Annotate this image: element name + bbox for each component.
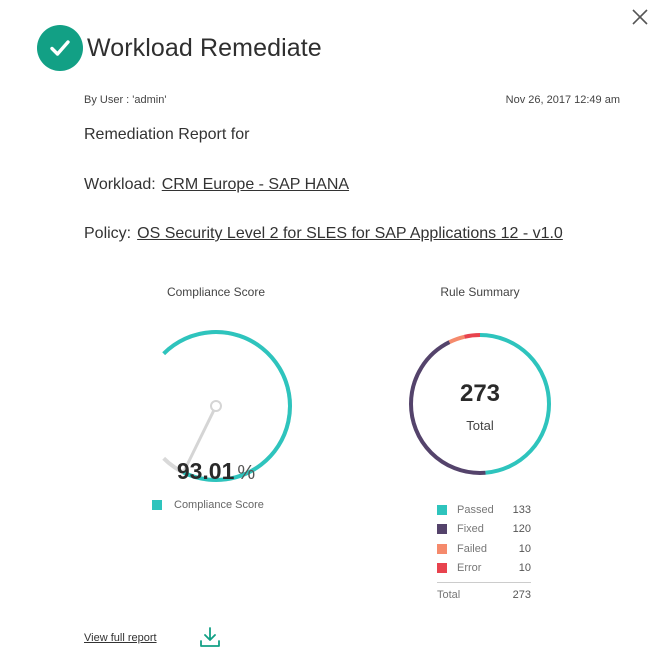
rule-summary-total-label: Total bbox=[466, 418, 494, 433]
gauge-pivot bbox=[210, 400, 222, 412]
dialog-header: Workload Remediate bbox=[37, 25, 322, 71]
policy-label: Policy: bbox=[84, 225, 132, 242]
legend-item: Passed 133 bbox=[437, 500, 531, 520]
report-heading: Remediation Report for bbox=[84, 126, 250, 143]
legend-label: Passed bbox=[457, 503, 494, 516]
legend-total-label: Total bbox=[437, 589, 461, 601]
compliance-score-unit: % bbox=[237, 462, 256, 484]
failed-swatch bbox=[437, 543, 447, 554]
workload-label: Workload: bbox=[84, 176, 156, 193]
download-button[interactable] bbox=[199, 626, 221, 648]
legend-value: 120 bbox=[512, 523, 531, 536]
legend-value: 133 bbox=[512, 503, 531, 516]
policy-link[interactable]: OS Security Level 2 for SLES for SAP App… bbox=[137, 225, 563, 242]
check-icon bbox=[37, 25, 83, 71]
rule-summary-title: Rule Summary bbox=[440, 285, 520, 299]
policy-row: Policy: OS Security Level 2 for SLES for … bbox=[84, 225, 563, 243]
error-swatch bbox=[437, 563, 447, 574]
compliance-legend-swatch bbox=[152, 500, 162, 510]
dialog-title: Workload Remediate bbox=[87, 33, 322, 62]
legend-label: Fixed bbox=[457, 523, 484, 536]
legend-label: Error bbox=[457, 562, 482, 575]
compliance-score: 93.01% bbox=[120, 458, 312, 485]
rule-summary-total: 273 bbox=[459, 380, 501, 407]
view-full-report-link[interactable]: View full report bbox=[84, 632, 157, 644]
compliance-legend: Compliance Score bbox=[152, 499, 264, 511]
rule-summary-center: 273 Total bbox=[410, 380, 550, 433]
legend-total-row: Total 273 bbox=[437, 582, 531, 601]
workload-link[interactable]: CRM Europe - SAP HANA bbox=[162, 176, 349, 193]
compliance-score-value: 93.01 bbox=[176, 458, 235, 484]
compliance-legend-label: Compliance Score bbox=[174, 499, 264, 511]
download-icon bbox=[200, 627, 220, 647]
legend-item: Failed 10 bbox=[437, 539, 531, 559]
fixed-swatch bbox=[437, 524, 447, 535]
close-icon bbox=[632, 9, 648, 25]
report-timestamp: Nov 26, 2017 12:49 am bbox=[505, 94, 620, 106]
rule-summary-legend: Passed 133 Fixed 120 Failed 10 Error 10 … bbox=[437, 500, 531, 601]
legend-item: Fixed 120 bbox=[437, 520, 531, 540]
legend-value: 10 bbox=[518, 542, 531, 555]
close-button[interactable] bbox=[629, 6, 651, 28]
user-info: By User : 'admin' bbox=[84, 94, 167, 106]
compliance-score-title: Compliance Score bbox=[166, 285, 266, 299]
legend-value: 10 bbox=[518, 562, 531, 575]
legend-total-value: 273 bbox=[512, 589, 531, 601]
legend-label: Failed bbox=[457, 542, 487, 555]
passed-swatch bbox=[437, 504, 447, 515]
legend-item: Error 10 bbox=[437, 559, 531, 579]
workload-row: Workload: CRM Europe - SAP HANA bbox=[84, 176, 349, 194]
